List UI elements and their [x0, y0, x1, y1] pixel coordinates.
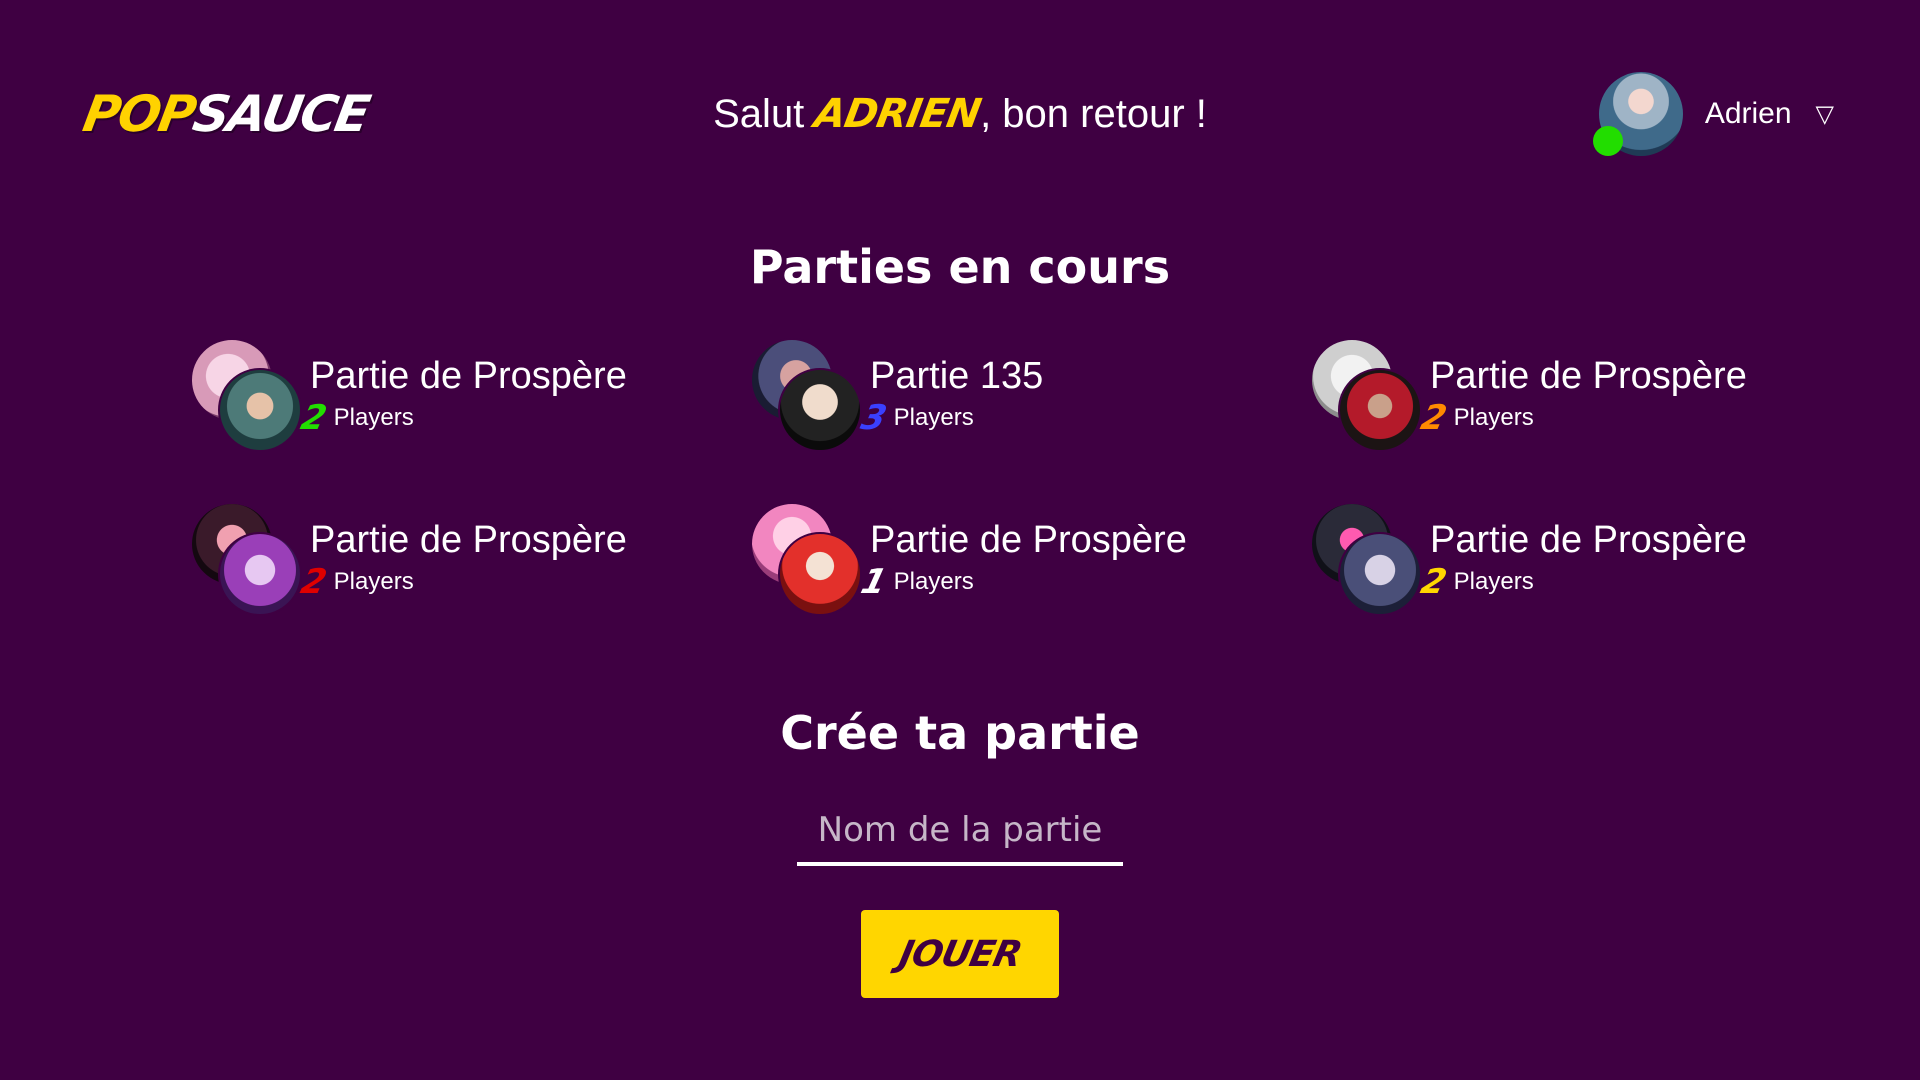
game-item[interactable]: Partie de Prospère 2 Players — [1310, 338, 1780, 452]
player-avatar — [1338, 368, 1422, 452]
greeting-prefix: Salut — [713, 92, 816, 136]
game-avatars — [190, 338, 310, 452]
players-label: Players — [333, 404, 414, 431]
create-section-title: Crée ta partie — [780, 706, 1140, 760]
games-section-title: Parties en cours — [749, 240, 1171, 294]
player-count: 2 Players — [297, 398, 627, 438]
game-info: Partie de Prospère 2 Players — [297, 353, 627, 438]
game-item[interactable]: Partie de Prospère 2 Players — [190, 338, 750, 452]
game-avatars — [750, 338, 870, 452]
greeting-name: ADRIEN — [811, 91, 985, 137]
game-name-input[interactable] — [797, 798, 1123, 866]
chevron-down-icon[interactable]: ▽ — [1816, 100, 1834, 129]
player-count: 3 Players — [857, 398, 1043, 438]
game-avatars — [1310, 502, 1430, 616]
game-info: Partie de Prospère 2 Players — [297, 517, 627, 602]
game-title: Partie de Prospère — [310, 355, 627, 397]
players-label: Players — [893, 568, 974, 595]
game-title: Partie de Prospère — [1430, 519, 1747, 561]
game-avatars — [190, 502, 310, 616]
greeting-suffix: , bon retour ! — [980, 92, 1207, 136]
player-avatar — [218, 368, 302, 452]
player-count: 2 Players — [297, 562, 627, 602]
player-avatar — [778, 368, 862, 452]
page: POP SAUCE Salut ADRIEN, bon retour ! Adri… — [0, 0, 1920, 1080]
game-title: Partie de Prospère — [310, 519, 627, 561]
game-info: Partie 135 3 Players — [857, 353, 1044, 438]
players-label: Players — [1453, 568, 1534, 595]
game-title: Partie de Prospère — [870, 519, 1187, 561]
game-info: Partie de Prospère 2 Players — [1417, 517, 1747, 602]
players-label: Players — [1453, 404, 1534, 431]
game-info: Partie de Prospère 2 Players — [1417, 353, 1747, 438]
game-title: Partie de Prospère — [1430, 355, 1747, 397]
game-avatars — [750, 502, 870, 616]
player-avatar — [218, 532, 302, 616]
player-count: 2 Players — [1417, 562, 1747, 602]
game-item[interactable]: Partie 135 3 Players — [750, 338, 1310, 452]
user-menu[interactable]: Adrien ▽ — [1592, 72, 1834, 156]
players-label: Players — [333, 568, 414, 595]
online-status-dot — [1592, 126, 1623, 156]
game-title: Partie 135 — [870, 355, 1044, 397]
user-avatar — [1592, 72, 1683, 156]
player-avatar — [778, 532, 862, 616]
play-button-label: JOUER — [895, 933, 1025, 975]
player-count: 1 Players — [857, 562, 1187, 602]
game-item[interactable]: Partie de Prospère 2 Players — [190, 502, 750, 616]
user-name: Adrien — [1704, 97, 1792, 130]
players-label: Players — [893, 404, 974, 431]
play-button[interactable]: JOUER — [861, 910, 1059, 998]
player-avatar — [1338, 532, 1422, 616]
game-item[interactable]: Partie de Prospère 1 Players — [750, 502, 1310, 616]
game-avatars — [1310, 338, 1430, 452]
games-list: Partie de Prospère 2 Players Partie 135 … — [190, 338, 1780, 616]
game-item[interactable]: Partie de Prospère 2 Players — [1310, 502, 1780, 616]
player-count: 2 Players — [1417, 398, 1747, 438]
game-info: Partie de Prospère 1 Players — [857, 517, 1187, 602]
